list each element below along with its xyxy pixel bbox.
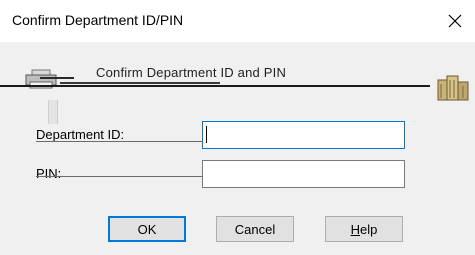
department-id-input[interactable] [202,121,405,149]
help-button-label: elp [360,221,378,237]
help-button-accelerator: H [350,221,361,237]
confirm-department-dialog: Confirm Department ID/PIN Confirm Depart… [0,0,475,255]
pin-label: PIN: [36,166,62,181]
header-divider-shadow [60,82,220,84]
close-icon [448,14,462,28]
header-description: Confirm Department ID and PIN [96,65,287,80]
pin-leader-line [36,176,202,177]
text-caret [206,126,207,143]
ok-button-label: OK [137,221,157,237]
building-icon [437,75,469,101]
header-divider [0,85,430,87]
ok-button[interactable]: OK [108,216,186,242]
header-band: Confirm Department ID and PIN [0,62,475,110]
title-bar: Confirm Department ID/PIN [0,0,475,42]
department-id-leader-line [36,141,202,142]
window-title: Confirm Department ID/PIN [12,12,184,28]
department-id-label: Department ID: [36,127,125,142]
pin-input[interactable] [202,160,405,188]
separator-tick [48,100,58,124]
help-button[interactable]: Help [325,216,403,242]
cancel-button-label: Cancel [234,221,276,237]
close-button[interactable] [435,0,475,42]
cancel-button[interactable]: Cancel [216,216,294,242]
